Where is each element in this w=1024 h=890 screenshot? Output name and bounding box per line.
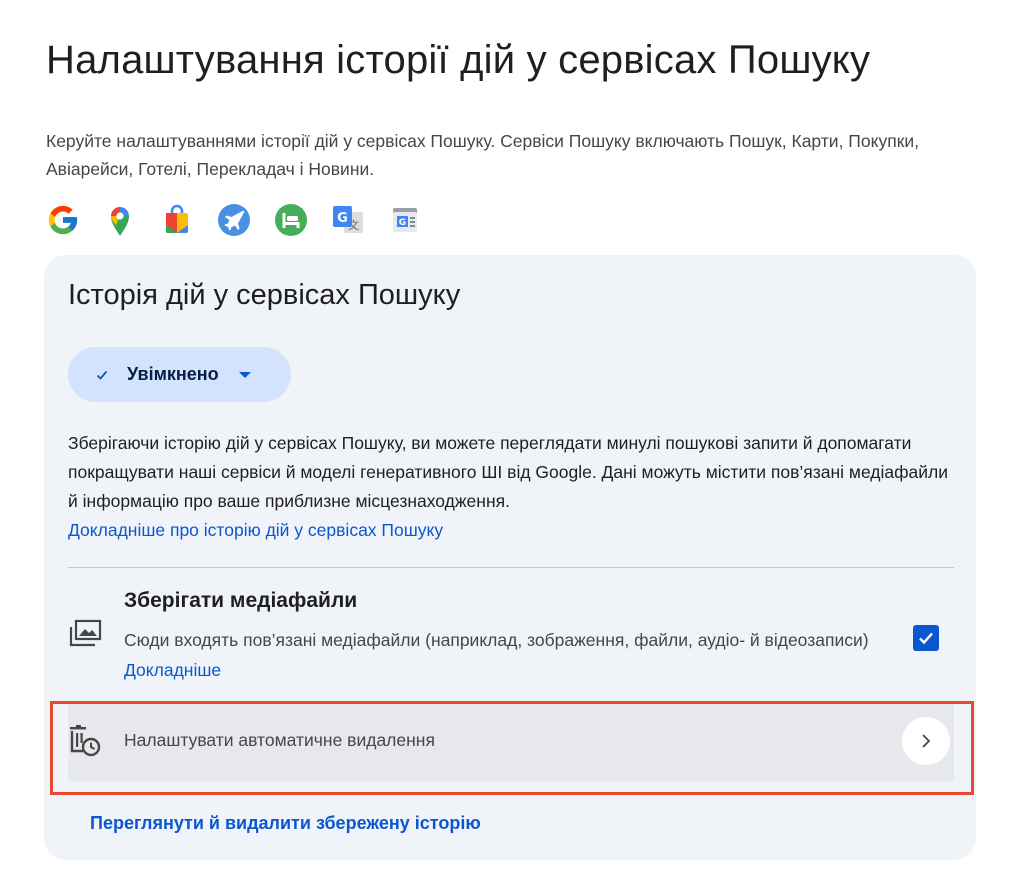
hotels-bed-icon — [274, 203, 308, 237]
status-dropdown-button[interactable]: Увімкнено — [68, 347, 291, 402]
search-history-card: Історія дій у сервісах Пошуку Увімкнено … — [44, 255, 976, 860]
chevron-right-icon — [922, 734, 931, 748]
page-intro: Керуйте налаштуваннями історії дій у сер… — [46, 131, 919, 179]
save-media-description: Сюди входять пов’язані медіафайли (напри… — [124, 625, 884, 685]
google-search-icon — [46, 203, 80, 237]
svg-text:G: G — [337, 211, 348, 226]
caret-down-icon — [238, 371, 251, 378]
product-icons: 文 G G — [46, 203, 422, 237]
google-shopping-bag-icon — [160, 203, 194, 237]
save-media-checkbox[interactable] — [913, 625, 939, 651]
photo-library-icon — [68, 619, 102, 649]
status-label: Увімкнено — [127, 364, 219, 384]
checkbox-check-icon — [919, 632, 933, 645]
auto-delete-row[interactable]: Налаштувати автоматичне видалення — [68, 701, 954, 781]
learn-more-link[interactable]: Докладніше про історію дій у сервісах По… — [68, 520, 443, 540]
save-media-description-text: Сюди входять пов’язані медіафайли (напри… — [124, 630, 869, 650]
google-maps-pin-icon — [103, 203, 137, 237]
check-icon — [96, 370, 108, 380]
auto-delete-open-button[interactable] — [902, 717, 950, 765]
google-translate-icon: 文 G — [331, 203, 365, 237]
description-text: Зберігаючи історію дій у сервісах Пошуку… — [68, 433, 949, 511]
svg-text:G: G — [399, 218, 406, 228]
media-learn-more-link[interactable]: Докладніше — [124, 660, 221, 680]
page-title: Налаштування історії дій у сервісах Пошу… — [46, 38, 871, 82]
view-delete-history-link[interactable]: Переглянути й видалити збережену історію — [90, 813, 481, 834]
divider — [68, 567, 954, 568]
card-title: Історія дій у сервісах Пошуку — [68, 279, 461, 311]
save-media-title: Зберігати медіафайли — [124, 589, 358, 612]
flights-plane-icon — [217, 203, 251, 237]
save-media-setting: Зберігати медіафайли Сюди входять пов’яз… — [68, 585, 954, 695]
google-news-icon: G — [388, 203, 422, 237]
card-description: Зберігаючи історію дій у сервісах Пошуку… — [68, 429, 958, 545]
auto-delete-icon — [68, 725, 102, 757]
auto-delete-label: Налаштувати автоматичне видалення — [124, 730, 435, 750]
